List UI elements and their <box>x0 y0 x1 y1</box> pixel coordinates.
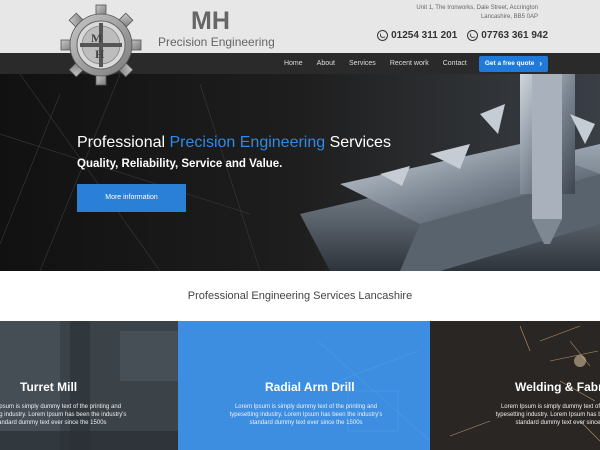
nav-recent-work[interactable]: Recent work <box>383 53 436 74</box>
services-heading: Professional Engineering Services Lancas… <box>187 290 413 302</box>
service-card-text: Lorem Ipsum is simply dummy text of the … <box>0 404 127 426</box>
main-nav: Home About Services Recent work Contact … <box>277 53 548 74</box>
brand-text[interactable]: MH Precision Engineering <box>158 8 275 49</box>
phone-icon <box>377 30 389 41</box>
service-cards: Turret Mill Lorem Ipsum is simply dummy … <box>0 321 600 450</box>
phone-1[interactable]: 01254 311 201 <box>377 30 457 41</box>
phone-numbers: 01254 311 201 07763 361 942 <box>377 30 548 41</box>
chevron-right-icon: › <box>539 58 542 68</box>
svg-text:H: H <box>95 47 105 61</box>
gear-logo-icon[interactable]: M H <box>60 4 142 86</box>
nav-contact[interactable]: Contact <box>436 53 474 74</box>
phone-1-number: 01254 311 201 <box>391 30 458 41</box>
free-quote-label: Get a free quote <box>484 59 535 67</box>
nav-services[interactable]: Services <box>342 53 383 74</box>
mobile-phone-icon <box>467 30 479 41</box>
hero-machine-background <box>0 74 600 271</box>
service-card-welding[interactable]: Welding & Fabrica Lorem Ipsum is simply … <box>430 321 600 450</box>
service-card-radial-arm-drill[interactable]: Radial Arm Drill Lorem Ipsum is simply d… <box>178 321 430 450</box>
service-card-title: Turret Mill <box>20 380 78 394</box>
brand-initials: MH <box>191 7 230 35</box>
phone-2[interactable]: 07763 361 942 <box>467 30 548 41</box>
free-quote-button[interactable]: Get a free quote › <box>478 55 548 72</box>
service-card-title: Welding & Fabrica <box>515 380 600 394</box>
service-card-turret-mill[interactable]: Turret Mill Lorem Ipsum is simply dummy … <box>0 321 178 450</box>
address-line-2: Lancashire, BB5 0AP <box>480 14 538 20</box>
address-line-1: Unit 1, The Ironworks, Dale Street, Accr… <box>416 5 538 11</box>
hero-subtitle: Quality, Reliability, Service and Value. <box>77 158 283 170</box>
hero-title: Professional Precision Engineering Servi… <box>77 134 391 152</box>
phone-2-number: 07763 361 942 <box>481 30 548 41</box>
brand-name: Precision Engineering <box>158 35 275 49</box>
nav-home[interactable]: Home <box>277 53 310 74</box>
address: Unit 1, The Ironworks, Dale Street, Accr… <box>368 4 538 22</box>
hero-title-part1: Professional <box>77 134 170 151</box>
more-information-button[interactable]: More information <box>77 184 186 212</box>
svg-text:M: M <box>91 31 102 45</box>
hero-title-part2: Services <box>325 134 391 151</box>
nav-about[interactable]: About <box>310 53 342 74</box>
service-card-text: Lorem Ipsum is simply dummy text of the … <box>495 404 600 426</box>
hero-title-accent: Precision Engineering <box>169 134 326 151</box>
service-card-text: Lorem Ipsum is simply dummy text of the … <box>229 404 383 426</box>
hero-banner: Professional Precision Engineering Servi… <box>0 74 600 271</box>
service-card-title: Radial Arm Drill <box>265 380 355 394</box>
